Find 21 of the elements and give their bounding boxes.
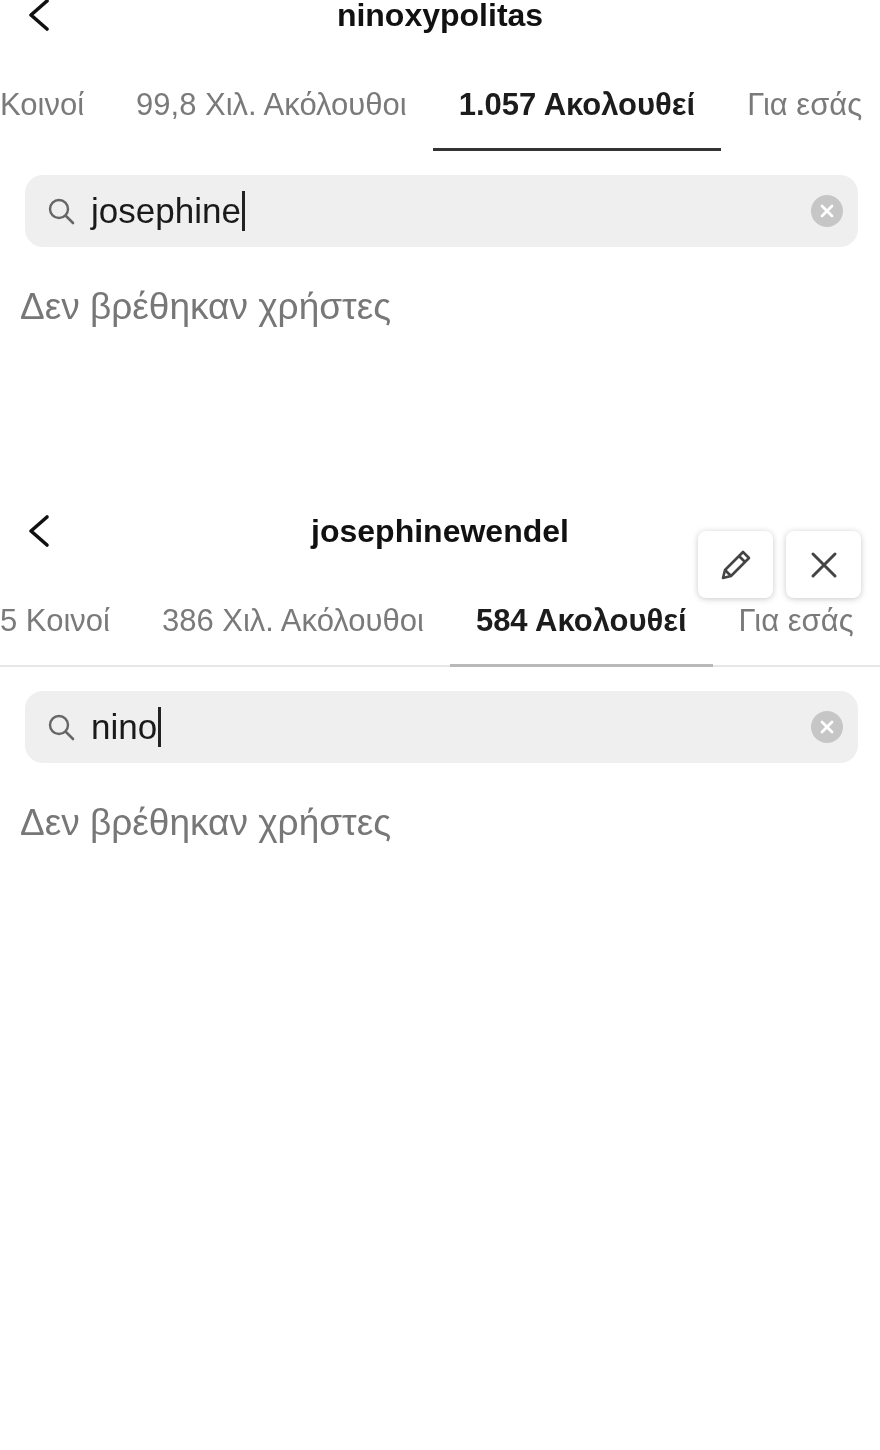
back-button[interactable]: [26, 0, 52, 32]
tab[interactable]: 1.057 Ακολουθεί: [432, 89, 722, 151]
no-results-text: Δεν βρέθηκαν χρήστες: [20, 287, 392, 327]
search-field[interactable]: nino: [25, 691, 858, 763]
search-icon: [47, 197, 75, 225]
profile-username: ninoxypolitas: [336, 0, 544, 31]
close-button[interactable]: [786, 531, 861, 598]
tab[interactable]: 386 Χιλ. Ακόλουθοι: [135, 605, 450, 667]
back-button[interactable]: [26, 514, 52, 548]
close-icon: [809, 550, 838, 579]
tab[interactable]: 99,8 Χιλ. Ακόλουθοι: [110, 89, 433, 151]
profile-username: josephinewendel: [311, 515, 569, 547]
search-icon: [47, 713, 75, 741]
tab[interactable]: Για εσάς: [721, 89, 863, 151]
tab[interactable]: 584 Ακολουθεί: [449, 605, 713, 667]
edit-button[interactable]: [698, 531, 773, 598]
no-results-text: Δεν βρέθηκαν χρήστες: [20, 803, 392, 843]
tab[interactable]: Κοινοί: [0, 89, 111, 151]
tab[interactable]: 5 Κοινοί: [0, 605, 136, 667]
search-field[interactable]: josephine: [25, 175, 858, 247]
tab[interactable]: Για εσάς: [712, 605, 854, 667]
